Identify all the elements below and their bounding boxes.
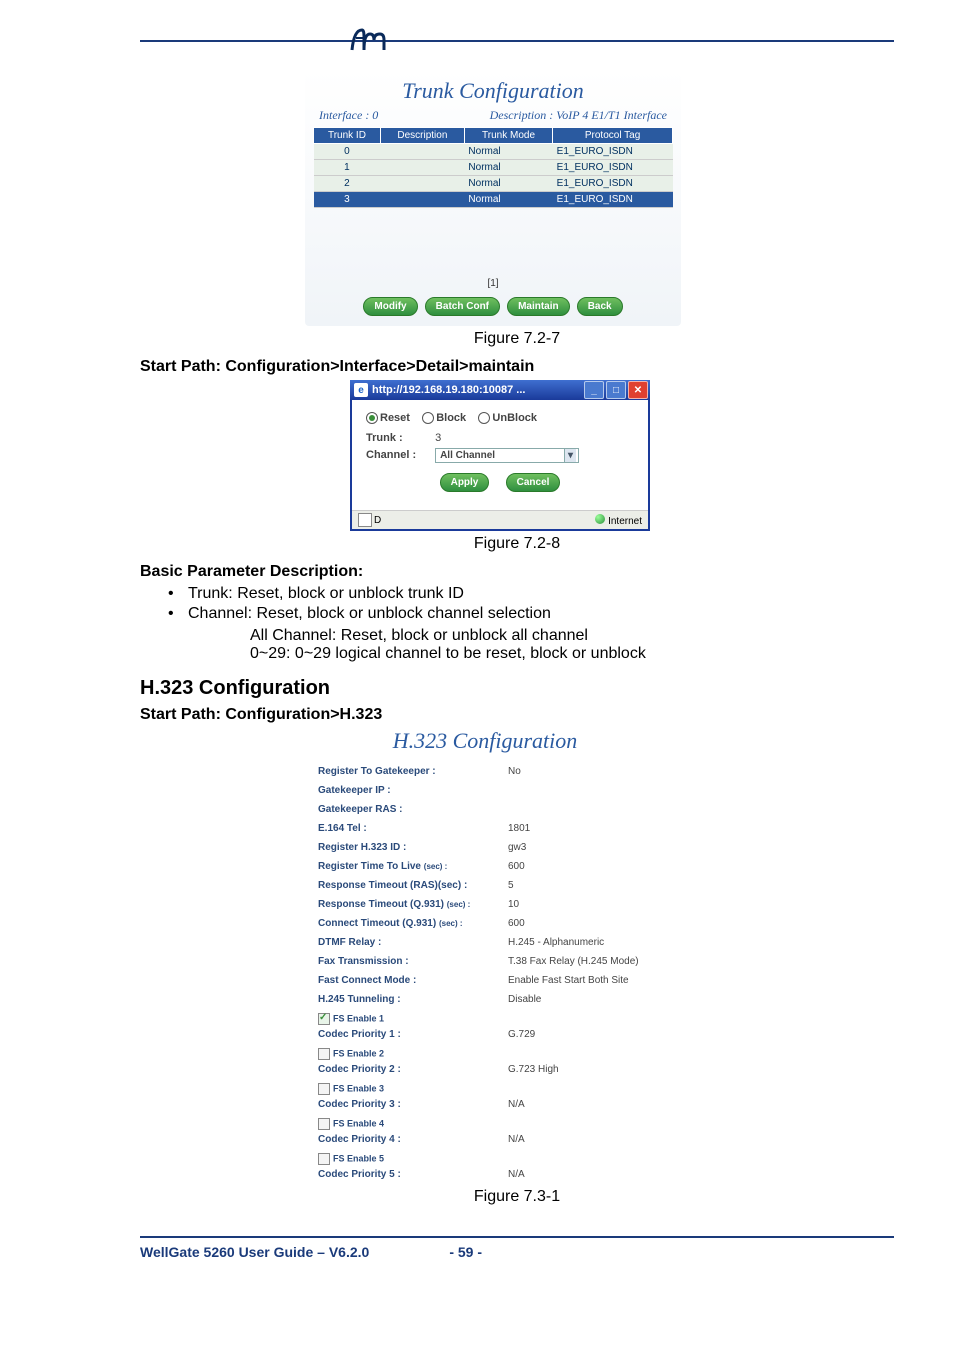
panel-title: Trunk Configuration xyxy=(313,78,673,104)
basic-param-heading: Basic Parameter Description: xyxy=(140,563,894,581)
channel-select[interactable]: All Channel xyxy=(435,448,579,463)
minimize-button[interactable]: _ xyxy=(584,381,604,399)
bullet-channel: Channel: Reset, block or unblock channel… xyxy=(188,605,551,623)
dialog-titlebar: e http://192.168.19.180:10087 ... _ □ ✕ xyxy=(350,380,650,400)
bullet-trunk: Trunk: Reset, block or unblock trunk ID xyxy=(188,585,464,603)
trunk-config-panel: Trunk Configuration Interface : 0 Descri… xyxy=(305,70,681,326)
back-button[interactable]: Back xyxy=(577,297,623,316)
bullet-sub1: All Channel: Reset, block or unblock all… xyxy=(250,627,894,645)
batch-conf-button[interactable]: Batch Conf xyxy=(425,297,500,316)
page-indicator: [1] xyxy=(313,278,673,289)
maintain-dialog: e http://192.168.19.180:10087 ... _ □ ✕ … xyxy=(350,380,650,531)
panel-title: H.323 Configuration xyxy=(310,728,660,754)
channel-label: Channel : xyxy=(366,449,432,461)
status-bar: D Internet xyxy=(352,510,648,529)
maximize-button[interactable]: □ xyxy=(606,381,626,399)
table-row[interactable]: 2 Normal E1_EURO_ISDN xyxy=(314,176,673,192)
figure-caption: Figure 7.2-8 xyxy=(140,535,894,553)
dialog-title: http://192.168.19.180:10087 ... xyxy=(372,384,525,396)
th-trunk-mode: Trunk Mode xyxy=(464,128,552,144)
close-button[interactable]: ✕ xyxy=(628,381,648,399)
unblock-radio[interactable] xyxy=(478,412,490,424)
maintain-button[interactable]: Maintain xyxy=(507,297,570,316)
modify-button[interactable]: Modify xyxy=(363,297,417,316)
reset-radio[interactable] xyxy=(366,412,378,424)
footer-page-number: - 59 - xyxy=(449,1244,482,1260)
start-path-heading: Start Path: Configuration>Interface>Deta… xyxy=(140,358,894,376)
th-trunk-id: Trunk ID xyxy=(314,128,381,144)
table-row[interactable]: 3 Normal E1_EURO_ISDN xyxy=(314,192,673,208)
figure-caption: Figure 7.2-7 xyxy=(140,330,894,348)
apply-button[interactable]: Apply xyxy=(440,473,490,492)
logo xyxy=(350,26,894,52)
trunk-table: Trunk ID Description Trunk Mode Protocol… xyxy=(313,127,673,208)
start-path-heading-2: Start Path: Configuration>H.323 xyxy=(140,706,894,724)
table-row[interactable]: 1 Normal E1_EURO_ISDN xyxy=(314,160,673,176)
ie-icon: e xyxy=(354,383,368,397)
fs-enable-4-checkbox[interactable] xyxy=(318,1118,330,1130)
fs-enable-3-checkbox[interactable] xyxy=(318,1083,330,1095)
figure-caption: Figure 7.3-1 xyxy=(140,1188,894,1206)
h323-heading: H.323 Configuration xyxy=(140,677,894,700)
h323-panel: H.323 Configuration Register To Gatekeep… xyxy=(310,728,660,1184)
page-icon xyxy=(358,513,372,527)
trunk-label: Trunk : xyxy=(366,432,432,444)
fs-enable-2-checkbox[interactable] xyxy=(318,1048,330,1060)
interface-label: Interface : 0 xyxy=(319,108,378,123)
th-description: Description xyxy=(380,128,464,144)
cancel-button[interactable]: Cancel xyxy=(506,473,561,492)
fs-enable-1-checkbox[interactable] xyxy=(318,1013,330,1025)
globe-icon xyxy=(595,514,605,524)
table-row[interactable]: 0 Normal E1_EURO_ISDN xyxy=(314,144,673,160)
interface-desc: Description : VoIP 4 E1/T1 Interface xyxy=(490,108,667,123)
fs-enable-5-checkbox[interactable] xyxy=(318,1153,330,1165)
block-radio[interactable] xyxy=(422,412,434,424)
th-protocol-tag: Protocol Tag xyxy=(553,128,673,144)
trunk-value: 3 xyxy=(435,432,441,444)
footer-doc-title: WellGate 5260 User Guide – V6.2.0 xyxy=(140,1244,369,1260)
bullet-sub2: 0~29: 0~29 logical channel to be reset, … xyxy=(250,645,894,663)
